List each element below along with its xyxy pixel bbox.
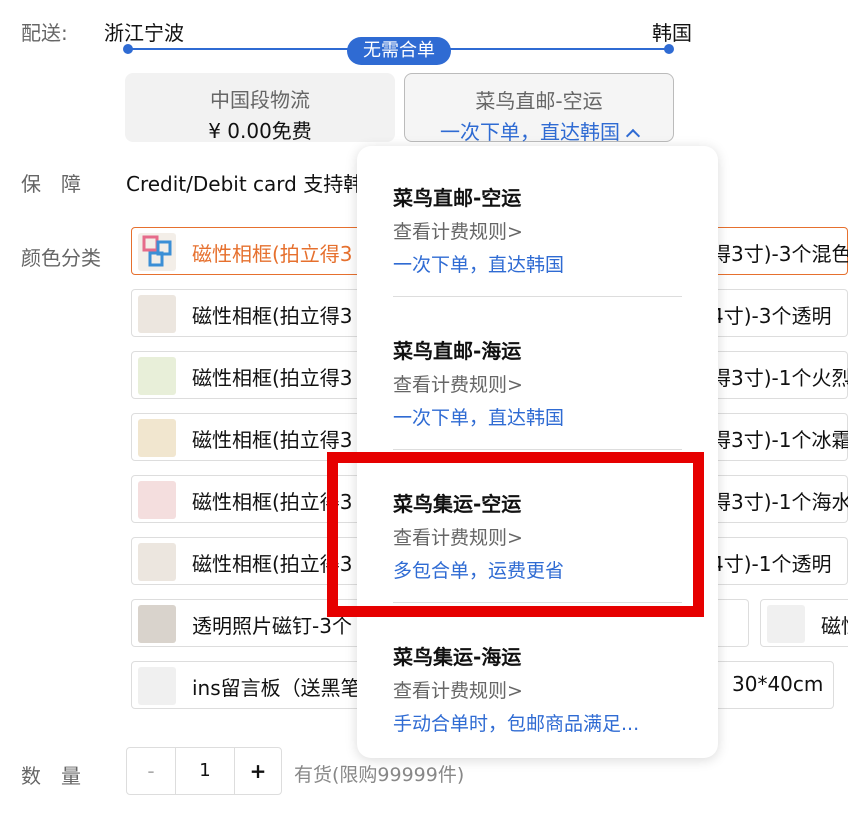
fee-rules-link[interactable]: 查看计费规则> (393, 370, 683, 397)
ship-from: 浙江宁波 (104, 21, 184, 45)
route-start-dot (123, 44, 133, 54)
variant-option[interactable]: 磁性相框(拍立得3 (131, 227, 371, 275)
shipping-method-option[interactable]: 菜鸟直邮-海运 查看计费规则> 一次下单，直达韩国 (393, 335, 683, 430)
shipping-method-select[interactable]: 菜鸟直邮-空运 一次下单，直达韩国 (404, 73, 674, 144)
highlight-box (327, 452, 704, 617)
variant-option-right[interactable]: 得3寸)-1个冰霜 (703, 413, 848, 461)
variant-option-right[interactable]: 4寸)-3个透明 (703, 289, 848, 337)
fee-rules-link[interactable]: 查看计费规则> (393, 217, 683, 244)
variant-thumbnail (138, 295, 176, 333)
shipping-option-china[interactable]: 中国段物流 ¥ 0.00免费 (125, 73, 395, 143)
variant-name-right: 得3寸)-1个火烈 (711, 366, 848, 390)
quantity-stepper[interactable]: - 1 + (126, 747, 282, 795)
variant-name: 磁性相框(拍立得3 (192, 366, 353, 390)
shipping-option-price: ¥ 0.00免费 (208, 119, 312, 143)
option-title: 菜鸟集运-海运 (393, 645, 522, 669)
variant-label: 颜色分类 (21, 246, 101, 270)
quantity-label: 数 量 (21, 764, 81, 788)
variant-thumbnail (138, 357, 176, 395)
variant-thumbnail (138, 543, 176, 581)
chevron-up-icon (625, 128, 641, 144)
route-end-dot (664, 44, 674, 54)
variant-thumbnail (138, 419, 176, 457)
variant-name: 磁性相框(拍立得3 (192, 242, 353, 266)
variant-name: 磁性相框(拍立得3 (192, 304, 353, 328)
shipping-label: 配送: (21, 21, 68, 45)
variant-name-right: 得3寸)-3个混色 (711, 242, 848, 266)
shipping-method-title: 菜鸟直邮-空运 (475, 89, 603, 113)
variant-option-right[interactable]: 得3寸)-3个混色 (703, 227, 848, 275)
divider (393, 449, 682, 450)
shipping-option-title: 中国段物流 (210, 88, 310, 112)
variant-option[interactable]: ins留言板（送黑笔 (131, 661, 371, 709)
option-title: 菜鸟直邮-海运 (393, 339, 522, 363)
variant-name-right: 4寸)-3个透明 (711, 304, 832, 328)
variant-name: ins留言板（送黑笔 (192, 676, 361, 700)
decrement-button[interactable]: - (127, 748, 175, 794)
variant-option[interactable]: 磁性相框(拍立得3 (131, 351, 371, 399)
option-desc: 一次下单，直达韩国 (393, 254, 565, 276)
variant-name-right: 得3寸)-1个冰霜 (711, 428, 848, 452)
guarantee-label: 保 障 (21, 172, 81, 196)
variant-thumbnail (767, 605, 805, 643)
increment-button[interactable]: + (234, 748, 282, 794)
divider (393, 296, 682, 297)
variant-option-right[interactable]: 得3寸)-1个火烈 (703, 351, 848, 399)
fee-rules-link[interactable]: 查看计费规则> (393, 676, 683, 703)
shipping-method-option[interactable]: 菜鸟直邮-空运 查看计费规则> 一次下单，直达韩国 (393, 182, 683, 277)
variant-thumbnail (138, 667, 176, 705)
stock-info: 有货(限购99999件) (294, 764, 465, 786)
variant-name-right: 30*40cm (732, 672, 824, 696)
guarantee-text: Credit/Debit card 支持韩 (126, 172, 364, 196)
option-desc: 一次下单，直达韩国 (393, 407, 565, 429)
variant-thumbnail (138, 481, 176, 519)
variant-option-right[interactable]: 4寸)-1个透明 (703, 537, 848, 585)
variant-option[interactable]: 磁性相框(拍立得3 (131, 289, 371, 337)
variant-name-right: 得3寸)-1个海水 (711, 490, 848, 514)
variant-name-right: 4寸)-1个透明 (711, 552, 832, 576)
shipping-method-desc: 一次下单，直达韩国 (440, 120, 620, 144)
variant-option-right[interactable]: 得3寸)-1个海水 (703, 475, 848, 523)
route-badge: 无需合单 (347, 37, 451, 65)
variant-option-right[interactable]: 30*40cm (703, 661, 834, 709)
shipping-method-option[interactable]: 菜鸟集运-海运 查看计费规则> 手动合单时，包邮商品满足... (393, 641, 683, 736)
variant-name: 磁性相框(拍立得3 (192, 428, 353, 452)
quantity-input[interactable]: 1 (175, 748, 235, 794)
option-title: 菜鸟直邮-空运 (393, 186, 522, 210)
option-desc: 手动合单时，包邮商品满足... (393, 713, 640, 735)
variant-option[interactable]: 磁性 (760, 599, 848, 647)
variant-thumbnail (138, 605, 176, 643)
variant-name: 磁性 (821, 614, 848, 638)
variant-thumbnail (138, 233, 176, 271)
ship-to: 韩国 (652, 21, 692, 45)
